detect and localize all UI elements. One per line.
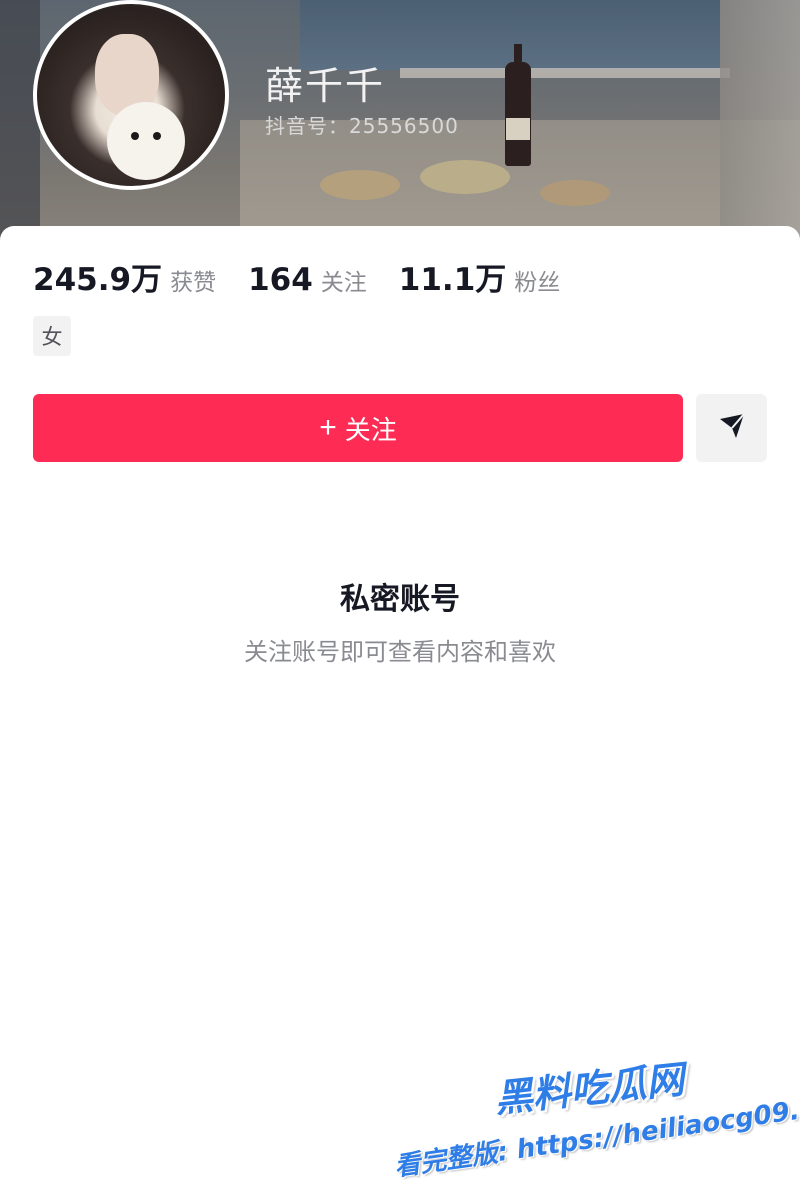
- avatar[interactable]: [33, 0, 229, 190]
- food-plate: [320, 170, 400, 200]
- send-arrow-icon: [717, 411, 747, 445]
- profile-stats: 245.9万 获赞 164 关注 11.1万 粉丝: [33, 254, 592, 299]
- stat-followers[interactable]: 11.1万 粉丝: [399, 254, 561, 299]
- food-plate: [420, 160, 510, 194]
- cover-wall-left: [0, 0, 40, 250]
- wine-bottle: [505, 44, 531, 166]
- stat-likes-label: 获赞: [170, 270, 217, 296]
- private-account-subtitle: 关注账号即可查看内容和喜欢: [244, 638, 556, 666]
- avatar-dog: [107, 102, 185, 180]
- profile-nickname: 薛千千: [265, 64, 386, 108]
- stat-following[interactable]: 164 关注: [248, 262, 367, 298]
- plus-icon: +: [319, 411, 337, 444]
- share-button[interactable]: [696, 394, 767, 462]
- stat-followers-label: 粉丝: [514, 270, 561, 296]
- follow-button[interactable]: + 关注: [33, 394, 683, 462]
- gender-tag: 女: [33, 316, 71, 356]
- stat-followers-value: 11.1万: [398, 262, 507, 298]
- cover-wall-right: [720, 0, 800, 250]
- cover-railing: [400, 68, 730, 78]
- wine-bottle-label: [506, 118, 530, 140]
- profile-douyin-id[interactable]: 抖音号：25556500: [265, 110, 459, 139]
- profile-page: 薛千千 抖音号：25556500 245.9万 获赞 164 关注 11.1万 …: [0, 0, 800, 1200]
- stat-following-value: 164: [248, 262, 313, 298]
- food-plate: [540, 180, 610, 206]
- private-account-title: 私密账号: [340, 582, 460, 617]
- cover-image: 薛千千 抖音号：25556500: [0, 0, 800, 250]
- stat-following-label: 关注: [320, 270, 367, 296]
- follow-button-label: 关注: [344, 414, 397, 445]
- stat-likes[interactable]: 245.9万 获赞: [33, 254, 216, 299]
- stat-likes-value: 245.9万: [33, 262, 163, 298]
